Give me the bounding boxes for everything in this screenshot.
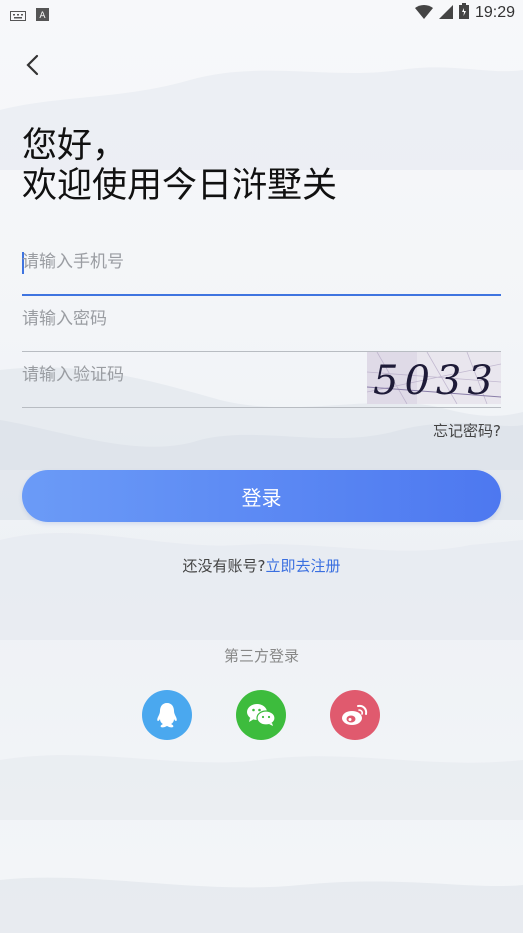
register-link[interactable]: 立即去注册 [265, 557, 340, 575]
phone-input[interactable] [22, 237, 362, 287]
notification-icon: A [36, 6, 49, 25]
status-time: 19:29 [474, 4, 515, 21]
captcha-image[interactable]: 5033 [366, 351, 502, 405]
third-party-title: 第三方登录 [223, 647, 299, 665]
wechat-icon [247, 704, 276, 726]
greeting-line1: 您好， [22, 126, 128, 166]
password-input[interactable] [22, 294, 362, 344]
back-button[interactable] [18, 50, 48, 80]
password-field[interactable] [22, 294, 501, 352]
chevron-left-icon [26, 54, 39, 76]
weibo-icon [342, 704, 368, 725]
captcha-text: 5033 [373, 358, 499, 404]
signal-icon [438, 4, 453, 23]
battery-icon [458, 3, 469, 23]
login-button[interactable]: 登录 [22, 470, 501, 522]
captcha-field[interactable]: 5033 [22, 350, 502, 408]
register-prompt-text: 还没有账号? [182, 557, 266, 575]
status-bar: A 19:29 [0, 0, 523, 26]
wifi-icon [414, 4, 433, 23]
wechat-login-button[interactable] [236, 690, 286, 740]
greeting-line2: 欢迎使用今日浒墅关 [22, 166, 338, 206]
keyboard-icon [10, 6, 26, 25]
weibo-login-button[interactable] [330, 690, 380, 740]
forgot-password-link[interactable]: 忘记密码? [433, 420, 501, 441]
svg-text:A: A [39, 11, 46, 21]
register-prompt: 还没有账号?立即去注册 [0, 555, 523, 576]
qq-icon [157, 703, 177, 728]
phone-field[interactable] [22, 237, 501, 296]
greeting: 您好， 欢迎使用今日浒墅关 [22, 126, 337, 206]
qq-login-button[interactable] [142, 690, 192, 740]
captcha-input[interactable] [22, 350, 362, 400]
